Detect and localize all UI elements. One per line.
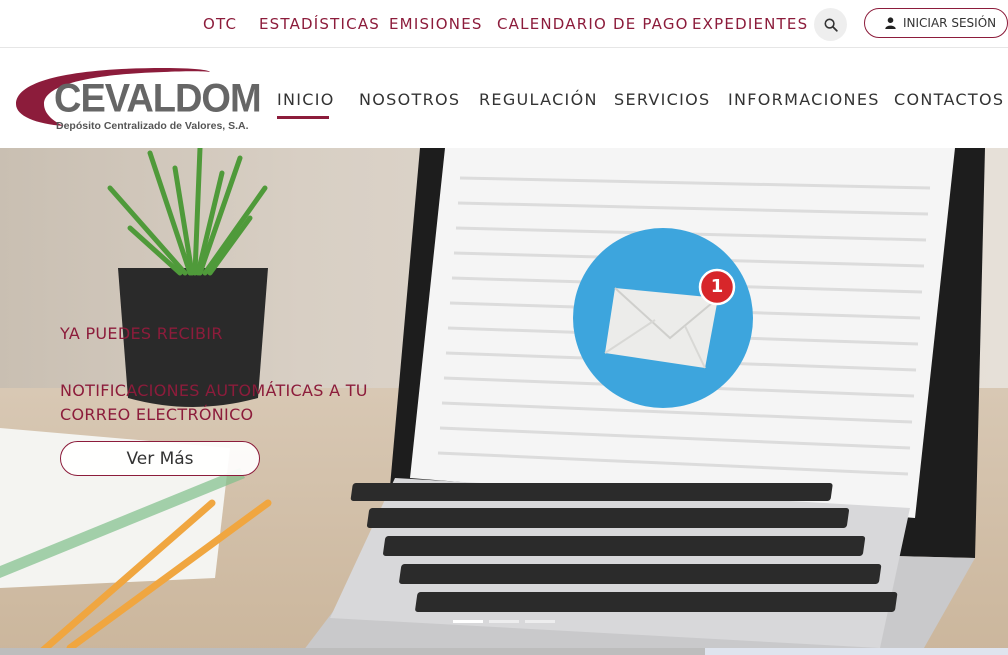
brand-name: CEVALDOM: [54, 76, 262, 122]
bottom-strip: [0, 648, 705, 655]
slider-dot-2[interactable]: [489, 620, 519, 623]
hero-headline-line1: YA PUEDES RECIBIR: [60, 324, 223, 343]
notification-badge-count: 1: [710, 276, 724, 297]
topnav-estadisticas[interactable]: ESTADÍSTICAS: [259, 15, 380, 33]
search-button[interactable]: [814, 8, 847, 41]
user-icon: [885, 17, 896, 29]
plant-leaves-image: [107, 148, 268, 276]
hero-slider: 1 YA PUEDES RECIBIR NOTIFICACIONES AUTOM…: [0, 148, 1008, 655]
brand-tagline: Depósito Centralizado de Valores, S.A.: [56, 120, 249, 132]
search-icon: [823, 17, 838, 32]
cevaldom-logo[interactable]: CEVALDOM Depósito Centralizado de Valore…: [14, 62, 262, 136]
active-nav-indicator: [277, 116, 329, 119]
slider-indicators: [453, 620, 555, 623]
hero-headline-line2: NOTIFICACIONES AUTOMÁTICAS A TU CORREO E…: [60, 381, 368, 424]
login-button[interactable]: INICIAR SESIÓN: [864, 8, 1008, 38]
nav-servicios[interactable]: SERVICIOS: [614, 90, 711, 109]
slider-dot-3[interactable]: [525, 620, 555, 623]
topnav-expedientes[interactable]: EXPEDIENTES: [692, 15, 808, 33]
slider-dot-1[interactable]: [453, 620, 483, 623]
nav-informaciones[interactable]: INFORMACIONES: [728, 90, 880, 109]
nav-nosotros[interactable]: NOSOTROS: [359, 90, 460, 109]
main-header: CEVALDOM Depósito Centralizado de Valore…: [0, 48, 1008, 148]
topnav-otc[interactable]: OTC: [203, 15, 237, 33]
nav-regulacion[interactable]: REGULACIÓN: [479, 90, 598, 109]
utility-bar: OTC ESTADÍSTICAS EMISIONES CALENDARIO DE…: [0, 0, 1008, 48]
nav-inicio[interactable]: INICIO: [277, 90, 335, 109]
login-label: INICIAR SESIÓN: [903, 16, 997, 30]
nav-contactos[interactable]: CONTACTOS: [894, 90, 1004, 109]
bottom-strip-right: [705, 648, 1008, 655]
topnav-calendario-de-pago[interactable]: CALENDARIO DE PAGO: [497, 15, 689, 33]
ver-mas-button[interactable]: Ver Más: [60, 441, 260, 476]
topnav-emisiones[interactable]: EMISIONES: [389, 15, 483, 33]
